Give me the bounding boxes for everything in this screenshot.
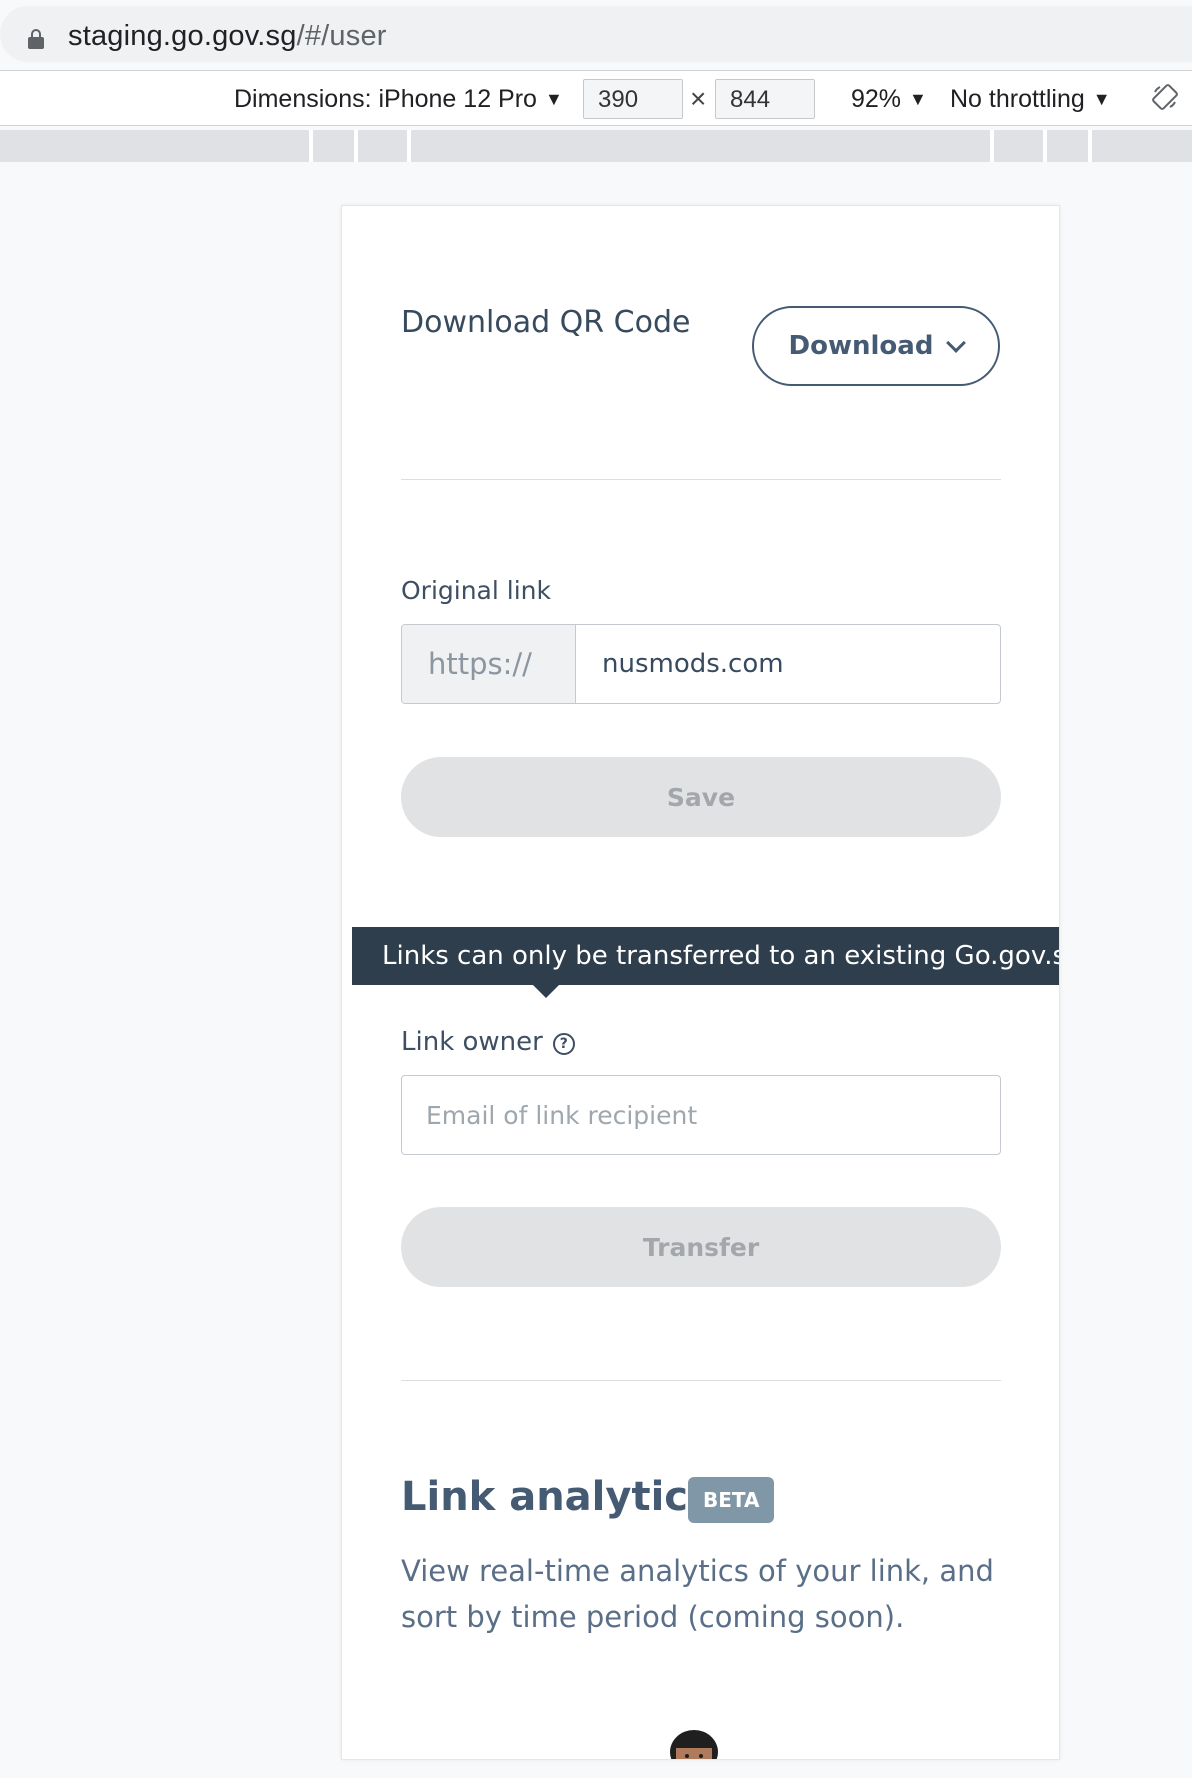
caret-down-icon: ▼ xyxy=(909,89,927,109)
original-link-label: Original link xyxy=(401,576,551,605)
tooltip-arrow xyxy=(532,984,560,998)
url-text[interactable]: staging.go.gov.sg/#/user xyxy=(68,20,387,53)
link-owner-label-row: Link owner ? xyxy=(401,1027,575,1057)
media-query-ruler xyxy=(0,130,1192,162)
link-analytics-description: View real-time analytics of your link, a… xyxy=(401,1554,994,1634)
address-bar[interactable]: staging.go.gov.sg/#/user xyxy=(0,6,1192,62)
help-circle-icon[interactable]: ? xyxy=(552,1033,575,1055)
transfer-button[interactable]: Transfer xyxy=(401,1207,1001,1287)
section-divider xyxy=(401,479,1001,480)
device-dimensions-label: Dimensions: iPhone 12 Pro xyxy=(234,85,537,113)
link-owner-tooltip: Links can only be transferred to an exis… xyxy=(352,927,1059,985)
times-icon: × xyxy=(690,83,707,114)
caret-down-icon: ▼ xyxy=(1092,89,1111,109)
qr-code-label: Download QR Code xyxy=(401,305,691,340)
download-label: Download xyxy=(788,331,934,361)
caret-down-icon: ▼ xyxy=(544,89,563,109)
zoom-label: 92% xyxy=(851,85,902,113)
zoom-select[interactable]: 92% ▼ xyxy=(851,85,927,114)
chevron-down-icon xyxy=(946,333,967,353)
viewport-width-input[interactable]: 390 xyxy=(583,79,683,119)
protocol-prefix: https:// xyxy=(402,625,576,703)
device-toolbar: Dimensions: iPhone 12 Pro ▼ 390 × 844 92%… xyxy=(0,70,1192,126)
download-qr-button[interactable]: Download xyxy=(752,306,1000,386)
viewport-height-input[interactable]: 844 xyxy=(715,79,815,119)
rotate-icon[interactable] xyxy=(1152,84,1178,110)
link-owner-label: Link owner xyxy=(401,1027,543,1057)
link-analytics-title: Link analytics xyxy=(401,1474,712,1520)
original-link-input[interactable]: nusmods.com xyxy=(576,625,1000,703)
url-host: staging.go.gov.sg xyxy=(68,20,297,52)
device-dimensions-select[interactable]: Dimensions: iPhone 12 Pro ▼ xyxy=(234,85,563,114)
section-divider xyxy=(401,1380,1001,1381)
link-recipient-email-input[interactable] xyxy=(401,1075,1001,1155)
lock-icon xyxy=(28,29,44,49)
throttling-label: No throttling xyxy=(950,85,1085,113)
original-link-field[interactable]: https:// nusmods.com xyxy=(401,624,1001,704)
save-button[interactable]: Save xyxy=(401,757,1001,837)
beta-badge: BETA xyxy=(688,1477,775,1523)
device-viewport: Download QR Code Download Original link … xyxy=(341,205,1060,1760)
url-path: /#/user xyxy=(296,20,387,52)
analytics-illustration xyxy=(670,1730,718,1759)
throttling-select[interactable]: No throttling ▼ xyxy=(950,85,1111,114)
